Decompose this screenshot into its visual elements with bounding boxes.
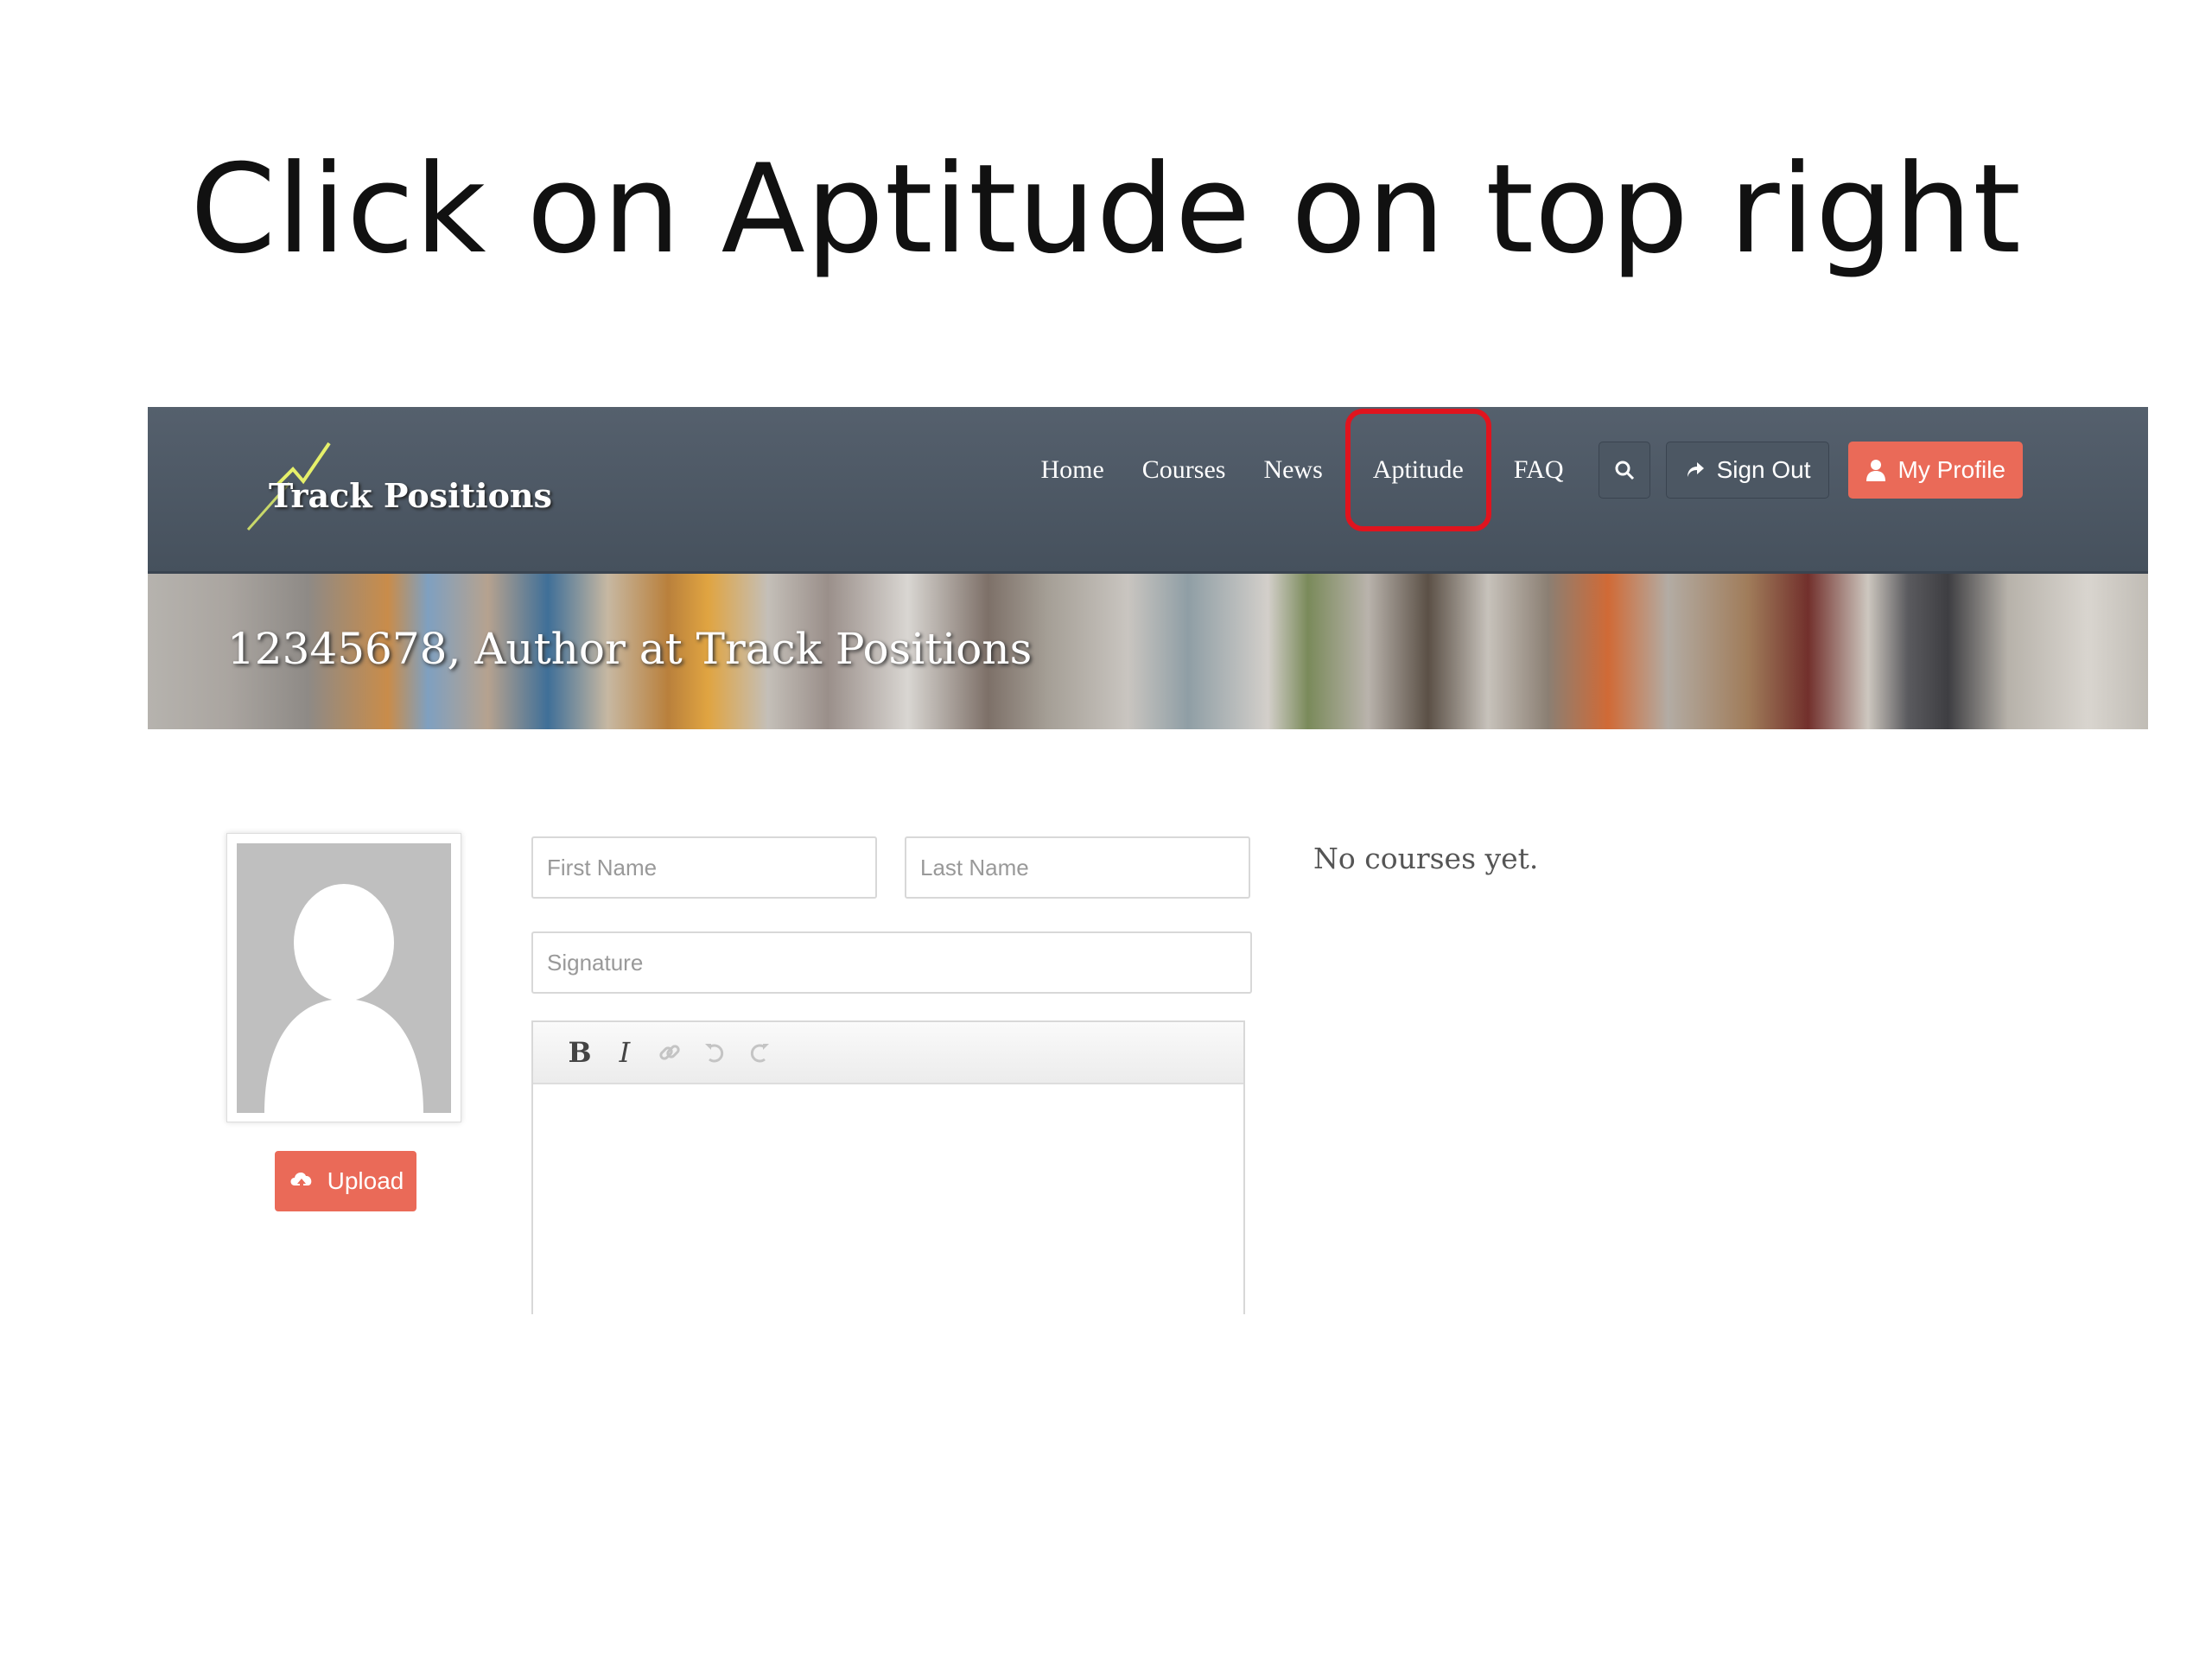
cloud-upload-icon: [288, 1168, 315, 1194]
my-profile-button[interactable]: My Profile: [1847, 442, 2023, 499]
nav-aptitude[interactable]: Aptitude: [1344, 409, 1491, 531]
page-title: 12345678, Author at Track Positions: [227, 624, 1033, 674]
sign-out-label: Sign Out: [1716, 456, 1811, 483]
redo-icon: [750, 1044, 769, 1063]
upload-label: Upload: [327, 1167, 404, 1194]
search-icon: [1615, 461, 1634, 480]
redo-button[interactable]: [737, 1031, 782, 1074]
nav-courses[interactable]: Courses: [1142, 455, 1226, 485]
navbar: Track Positions Home Courses News Aptitu…: [148, 407, 2148, 574]
link-button[interactable]: [647, 1031, 692, 1074]
first-name-field[interactable]: [531, 836, 877, 899]
main-nav: Home Courses News Aptitude FAQ Sign Out: [1021, 409, 2023, 531]
search-button[interactable]: [1598, 442, 1650, 499]
nav-news[interactable]: News: [1263, 455, 1322, 485]
share-arrow-icon: [1684, 460, 1705, 480]
link-icon: [659, 1045, 680, 1060]
logo-text: Track Positions: [269, 476, 552, 515]
bio-editor[interactable]: B I: [531, 1020, 1245, 1314]
no-courses-message: No courses yet.: [1313, 842, 1539, 875]
page-banner: 12345678, Author at Track Positions: [148, 574, 2148, 729]
nav-home[interactable]: Home: [1040, 455, 1103, 485]
editor-toolbar: B I: [533, 1022, 1243, 1084]
logo[interactable]: Track Positions: [243, 433, 552, 537]
last-name-field[interactable]: [905, 836, 1250, 899]
user-icon: [1866, 459, 1886, 481]
signature-field[interactable]: [531, 931, 1252, 994]
nav-faq[interactable]: FAQ: [1514, 455, 1564, 485]
bold-button[interactable]: B: [557, 1031, 602, 1074]
default-avatar-icon: [237, 843, 451, 1113]
website-screenshot: Track Positions Home Courses News Aptitu…: [148, 407, 2148, 1314]
my-profile-label: My Profile: [1897, 456, 2005, 483]
avatar: [226, 833, 461, 1122]
upload-button[interactable]: Upload: [275, 1151, 416, 1211]
undo-button[interactable]: [692, 1031, 737, 1074]
slide-title: Click on Aptitude on top right: [190, 138, 2022, 281]
undo-icon: [705, 1044, 724, 1063]
italic-button[interactable]: I: [602, 1031, 647, 1074]
sign-out-button[interactable]: Sign Out: [1665, 442, 1829, 499]
